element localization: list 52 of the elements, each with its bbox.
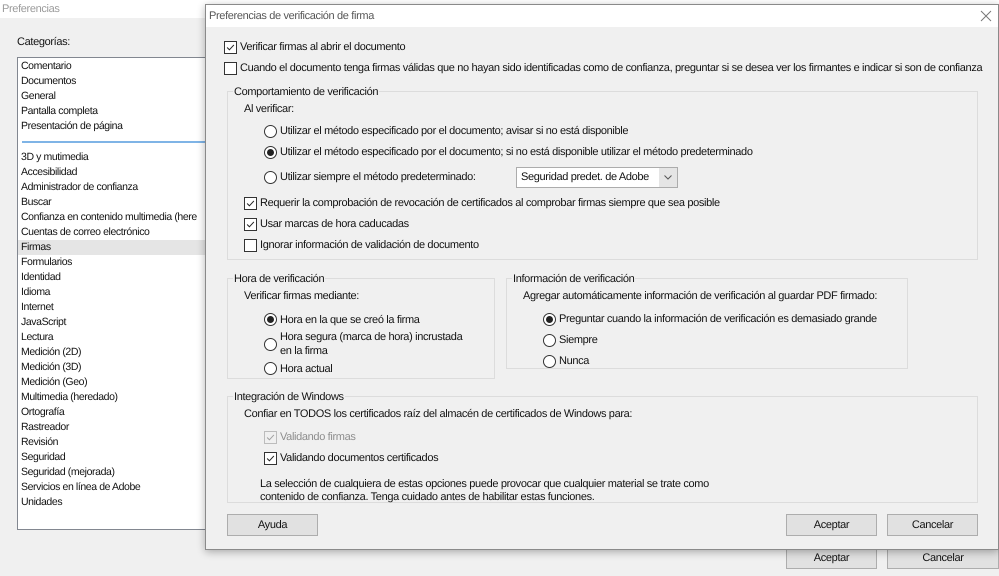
- checkbox-label: Verificar firmas al abrir el documento: [240, 40, 406, 56]
- prompt-text: Confiar en TODOS los certificados raíz del almacén de certificados de Windows para:: [244, 407, 634, 422]
- window-title: Preferencias: [2, 2, 60, 17]
- caret-icon: [659, 168, 677, 187]
- checkbox[interactable]: [244, 239, 257, 252]
- radio-label: Utilizar siempre el método predeterminado:: [280, 170, 477, 186]
- checkmark-icon: [265, 432, 276, 443]
- radio-button[interactable]: [543, 355, 556, 368]
- checkbox[interactable]: [244, 197, 257, 210]
- checkbox-label: Requerir la comprobación de revocación de certificados al comprobar firmas siempre que sea posible: [260, 196, 720, 212]
- checkbox-label: Usar marcas de hora caducadas: [260, 217, 409, 232]
- button[interactable]: Ayuda: [227, 514, 318, 536]
- prompt-text: Verificar firmas mediante:: [244, 289, 360, 304]
- button[interactable]: Aceptar: [786, 514, 877, 536]
- radio-button[interactable]: [264, 362, 277, 375]
- dropdown[interactable]: Seguridad predet. de Adobe: [516, 167, 678, 188]
- radio-label: Utilizar el método especificado por el documento; si no está disponible utilizar el método predeterminado: [280, 145, 753, 160]
- checkbox[interactable]: [224, 41, 237, 54]
- dialog-title: Preferencias de verificación de firma: [209, 8, 374, 24]
- checkmark-icon: [265, 453, 276, 464]
- radio-button[interactable]: [264, 313, 277, 326]
- checkbox-label: Validando firmas: [280, 430, 356, 446]
- button[interactable]: Cancelar: [887, 514, 978, 536]
- radio-button[interactable]: [264, 125, 277, 138]
- radio-button[interactable]: [264, 146, 277, 159]
- checkbox[interactable]: [264, 452, 277, 465]
- radio-button[interactable]: [264, 171, 277, 184]
- radio-label: Preguntar cuando la información de verificación es demasiado grande: [559, 312, 877, 328]
- radio-button[interactable]: [543, 313, 556, 326]
- categories-label: Categorías:: [17, 35, 70, 50]
- group-title: Comportamiento de verificación: [233, 84, 380, 100]
- radio-button[interactable]: [543, 334, 556, 347]
- radio-label: Utilizar el método especificado por el documento; avisar si no está disponible: [280, 124, 628, 140]
- checkbox[interactable]: [224, 62, 237, 75]
- radio-label: Hora segura (marca de hora) incrustada en la firma: [280, 330, 464, 358]
- checkbox-label: Ignorar información de validación de documento: [260, 238, 479, 254]
- checkmark-icon: [245, 198, 256, 209]
- checkbox-label: Validando documentos certificados: [280, 451, 438, 466]
- checkmark-icon: [245, 219, 256, 230]
- prompt-text: Agregar automáticamente información de verificación al guardar PDF firmado:: [523, 289, 878, 304]
- radio-label: Hora en la que se creó la firma: [280, 312, 421, 326]
- warning-text: La selección de cualquiera de estas opciones puede provocar que cualquier material se trate como contenido de confianza. Tenga cuidado antes de habilitar estas funciones.: [260, 478, 710, 504]
- radio-label: Nunca: [559, 354, 590, 370]
- radio-button[interactable]: [264, 338, 277, 350]
- radio-label: Hora actual: [280, 362, 334, 376]
- checkmark-icon: [225, 42, 236, 53]
- group-title: Integración de Windows: [233, 389, 345, 406]
- prompt-text: Al verificar:: [244, 102, 295, 117]
- close-icon[interactable]: [980, 10, 992, 22]
- radio-label: Siempre: [559, 333, 598, 348]
- checkbox-label: Cuando el documento tenga firmas válidas que no hayan sido identificadas como de confianza, preguntar si se desea ver los firmantes e indicar si son de confianza: [240, 61, 982, 76]
- checkbox[interactable]: [244, 218, 257, 231]
